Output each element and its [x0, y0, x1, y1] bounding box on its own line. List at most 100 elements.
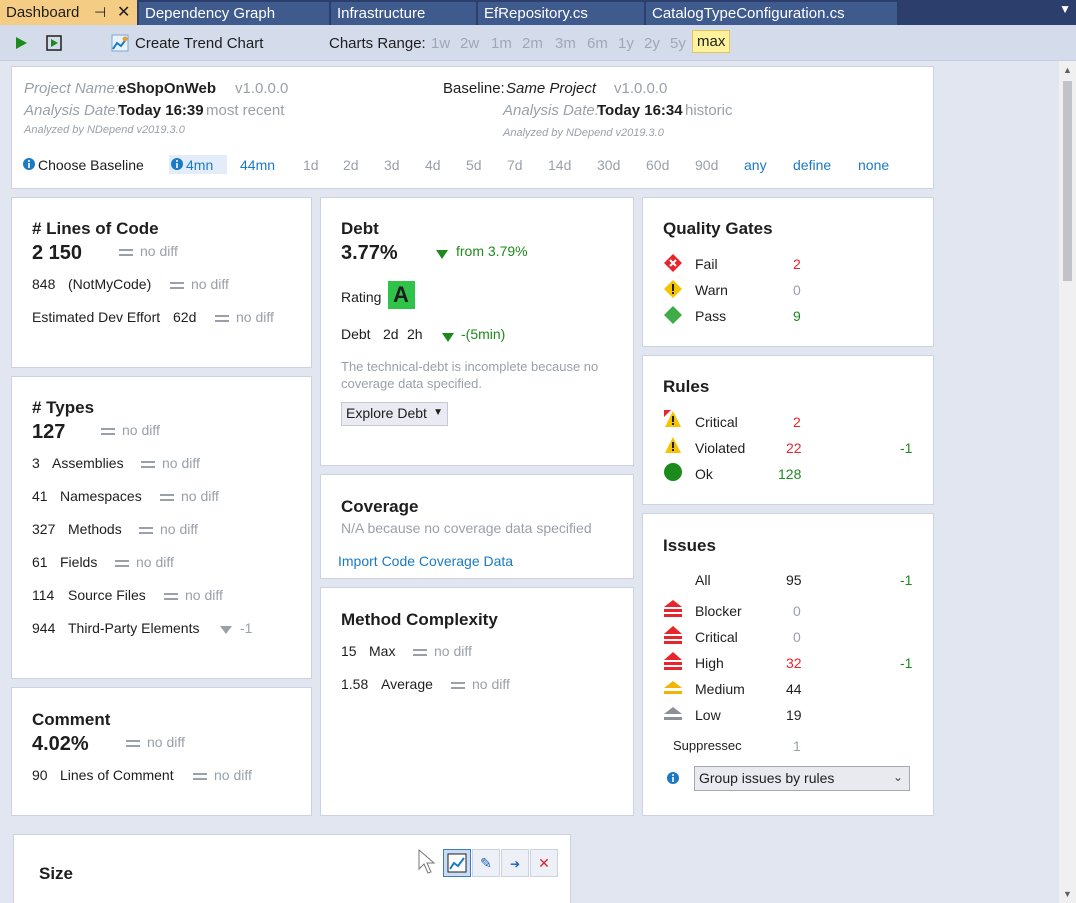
analysis-date-note: most recent	[206, 102, 285, 119]
effort-value: 62d	[173, 309, 197, 325]
info-icon	[23, 158, 35, 170]
project-version: v1.0.0.0	[235, 80, 289, 97]
analysis-date: Today 16:39	[118, 102, 204, 119]
baseline-3d[interactable]: 3d	[384, 157, 400, 173]
equal-icon	[215, 315, 229, 322]
baseline-version: v1.0.0.0	[614, 80, 668, 97]
range-6m[interactable]: 6m	[587, 35, 608, 52]
baseline-90d[interactable]: 90d	[695, 157, 718, 173]
baseline-2d[interactable]: 2d	[343, 157, 359, 173]
move-button[interactable]: ➔	[501, 849, 529, 877]
issue-value: 19	[786, 707, 802, 723]
quality-gates-panel[interactable]: Quality Gates Fail 2 Warn 0 Pass 9	[642, 197, 934, 347]
baseline-4mn[interactable]: 4mn	[186, 157, 213, 173]
import-coverage-link[interactable]: Import Code Coverage Data	[338, 553, 513, 569]
edit-button[interactable]: ✎	[472, 849, 500, 877]
rating-value: A	[393, 282, 409, 307]
types-row-value: 41	[32, 488, 48, 504]
range-5y[interactable]: 5y	[670, 35, 686, 52]
rules-panel[interactable]: Rules Critical 2 Violated 22 -1 Ok 128	[642, 355, 934, 505]
tab-label: CatalogTypeConfiguration.cs	[652, 5, 845, 22]
loc-value: 2 150	[32, 242, 83, 264]
baseline-define[interactable]: define	[793, 157, 831, 173]
baseline-5d[interactable]: 5d	[466, 157, 482, 173]
debt-hours: 2h	[407, 326, 423, 342]
tab-label: Dashboard	[6, 4, 80, 21]
vertical-scrollbar[interactable]: ▲ ▼	[1059, 61, 1076, 903]
tab-dependency-graph[interactable]: Dependency Graph	[139, 2, 330, 25]
debt-panel[interactable]: Debt 3.77% from 3.79% Rating A Debt 2d 2…	[320, 197, 634, 466]
pin-icon[interactable]: ⊣	[94, 4, 106, 21]
baseline-4d[interactable]: 4d	[425, 157, 441, 173]
complexity-title: Method Complexity	[341, 610, 498, 629]
issue-value: 44	[786, 681, 802, 697]
range-1w[interactable]: 1w	[431, 35, 450, 52]
issue-label: Critical	[695, 629, 738, 645]
method-complexity-panel[interactable]: Method Complexity 15 Max no diff 1.58 Av…	[320, 587, 634, 816]
trend-chart-button[interactable]	[443, 849, 471, 877]
range-2w[interactable]: 2w	[460, 35, 479, 52]
complexity-avg-label: Average	[381, 676, 433, 692]
debt-diff: -(5min)	[461, 326, 506, 342]
remove-button[interactable]: ✕	[530, 849, 558, 877]
baseline-1d[interactable]: 1d	[303, 157, 319, 173]
tab-dashboard[interactable]: Dashboard ⊣ ✕	[0, 0, 138, 25]
lines-of-code-panel[interactable]: # Lines of Code 2 150 no diff 848 (NotMy…	[11, 197, 312, 368]
tab-infrastructure[interactable]: Infrastructure	[331, 2, 477, 25]
baseline-14d[interactable]: 14d	[548, 157, 571, 173]
baseline-44mn[interactable]: 44mn	[240, 157, 275, 173]
pencil-icon: ✎	[480, 855, 492, 871]
size-panel[interactable]: Size ✎ ➔ ✕	[13, 834, 571, 903]
range-max[interactable]: max	[692, 30, 731, 53]
quality-gates-title: Quality Gates	[663, 219, 773, 238]
tab-efrepository[interactable]: EfRepository.cs	[478, 2, 645, 25]
rating-label: Rating	[341, 289, 382, 305]
trend-chart-icon[interactable]	[111, 34, 129, 52]
types-panel[interactable]: # Types 127 no diff 3 Assemblies no diff…	[11, 376, 312, 679]
range-1m[interactable]: 1m	[491, 35, 512, 52]
scrollbar-thumb[interactable]	[1063, 81, 1072, 281]
create-trend-chart-button[interactable]: Create Trend Chart	[135, 35, 263, 52]
gate-label: Fail	[695, 256, 718, 272]
group-issues-select[interactable]: Group issues by rules ⌄	[694, 766, 910, 791]
effort-diff: no diff	[236, 309, 274, 325]
complexity-avg-value: 1.58	[341, 676, 369, 692]
complexity-max-diff: no diff	[434, 643, 472, 659]
project-name-label: Project Name:	[24, 80, 120, 97]
baseline-none[interactable]: none	[858, 157, 889, 173]
rule-value: 22	[786, 440, 802, 456]
equal-icon	[115, 560, 129, 567]
tab-overflow-icon[interactable]: ▼	[1059, 2, 1071, 16]
rule-value: 2	[793, 414, 801, 430]
baseline-30d[interactable]: 30d	[597, 157, 620, 173]
equal-icon	[193, 773, 207, 780]
run-analysis-icon[interactable]	[46, 35, 62, 51]
scroll-down-icon[interactable]: ▼	[1063, 889, 1072, 899]
scroll-up-icon[interactable]: ▲	[1063, 65, 1072, 75]
run-icon[interactable]	[13, 35, 29, 51]
range-2m[interactable]: 2m	[522, 35, 543, 52]
comment-panel[interactable]: Comment 4.02% no diff 90 Lines of Commen…	[11, 687, 312, 816]
close-icon[interactable]: ✕	[117, 2, 130, 22]
coverage-note: N/A because no coverage data specified	[341, 520, 592, 536]
tab-catalogtypeconfiguration[interactable]: CatalogTypeConfiguration.cs	[646, 2, 898, 25]
debt-note: The technical-debt is incomplete because…	[341, 359, 599, 391]
issue-label: Medium	[695, 681, 745, 697]
notmycode-label: (NotMyCode)	[68, 276, 152, 292]
equal-icon	[126, 740, 140, 747]
baseline-60d[interactable]: 60d	[646, 157, 669, 173]
baseline-any[interactable]: any	[744, 157, 767, 173]
range-2y[interactable]: 2y	[644, 35, 660, 52]
debt-title: Debt	[341, 219, 379, 238]
issues-all-label: All	[695, 572, 711, 588]
types-diff: no diff	[122, 422, 160, 438]
equal-icon	[413, 649, 427, 656]
range-3m[interactable]: 3m	[555, 35, 576, 52]
types-title: # Types	[32, 398, 95, 417]
range-1y[interactable]: 1y	[618, 35, 634, 52]
comment-lines-diff: no diff	[214, 767, 252, 783]
explore-debt-dropdown[interactable]: Explore Debt ▼	[341, 402, 448, 426]
issues-panel[interactable]: Issues All 95 -1 Blocker 0 Critical 0 Hi…	[642, 513, 934, 816]
coverage-panel[interactable]: Coverage N/A because no coverage data sp…	[320, 474, 634, 579]
baseline-7d[interactable]: 7d	[507, 157, 523, 173]
